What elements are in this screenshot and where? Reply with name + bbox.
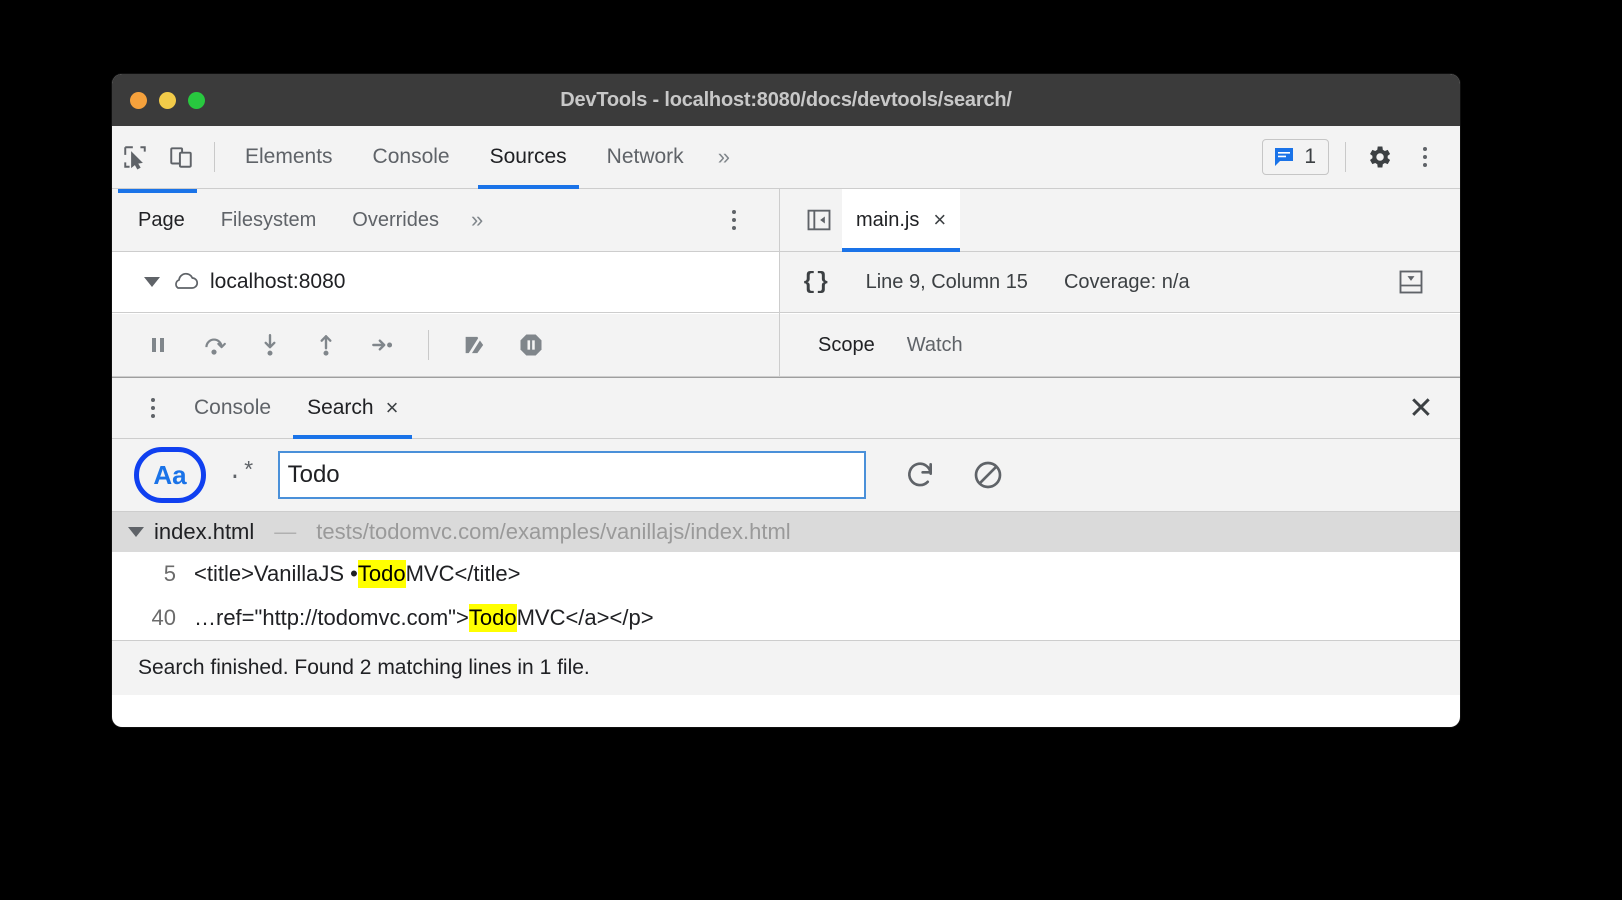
cloud-icon (175, 272, 199, 289)
device-toolbar-icon[interactable] (158, 134, 204, 180)
match-case-button[interactable]: Aa (134, 447, 206, 503)
debugger-divider (428, 330, 429, 360)
drawer-more-vertical-icon[interactable] (130, 385, 176, 431)
toolbar-divider (214, 142, 215, 172)
search-input[interactable] (277, 451, 866, 499)
result-file-header[interactable]: index.html — tests/todomvc.com/examples/… (112, 512, 1460, 552)
drawer-tab-console[interactable]: Console (176, 377, 289, 439)
drawer-tab-close-icon[interactable]: × (386, 397, 399, 419)
result-chevron-down-icon[interactable] (128, 527, 144, 537)
result-file-name: index.html (154, 519, 255, 544)
editor-tab-main-js[interactable]: main.js × (842, 188, 961, 252)
navigator-tab-filesystem[interactable]: Filesystem (203, 189, 335, 252)
inspect-cursor-icon[interactable] (112, 134, 158, 180)
chevron-down-icon[interactable] (144, 277, 160, 287)
step-out-icon[interactable] (306, 325, 346, 365)
pause-icon[interactable] (138, 325, 178, 365)
result-match-highlight: Todo (468, 604, 517, 632)
close-drawer-icon[interactable]: ✕ (1398, 385, 1444, 431)
navigator-pane: Page Filesystem Overrides » localhost:80… (112, 188, 780, 314)
result-match-highlight: Todo (357, 560, 406, 588)
result-line-number: 40 (151, 605, 176, 630)
show-drawer-icon[interactable] (1388, 259, 1434, 305)
match-case-label: Aa (153, 459, 187, 490)
result-line-number: 5 (163, 561, 176, 586)
deactivate-breakpoints-icon[interactable] (455, 325, 495, 365)
minimize-window-button[interactable] (159, 91, 176, 109)
step-over-icon[interactable] (194, 325, 234, 365)
refresh-icon[interactable] (892, 451, 948, 499)
status-bar-text: Search finished. Found 2 matching lines … (138, 656, 590, 679)
coverage-status: Coverage: n/a (1063, 270, 1190, 293)
navigator-tab-page[interactable]: Page (112, 188, 203, 252)
clear-icon[interactable] (960, 451, 1016, 499)
sources-split: Page Filesystem Overrides » localhost:80… (112, 188, 1460, 314)
cursor-position: Line 9, Column 15 (865, 270, 1028, 293)
traffic-light-group (112, 91, 205, 109)
editor-tab-label: main.js (856, 208, 920, 231)
maximize-window-button[interactable] (188, 91, 205, 109)
close-drawer-glyph: ✕ (1408, 391, 1434, 425)
result-file-path: tests/todomvc.com/examples/vanillajs/ind… (316, 519, 791, 544)
close-window-button[interactable] (130, 91, 147, 109)
console-message-icon (1275, 148, 1294, 166)
gear-icon[interactable] (1356, 134, 1402, 180)
navigator-tree-item-localhost[interactable]: localhost:8080 (112, 252, 779, 313)
tab-network[interactable]: Network (587, 126, 704, 189)
result-row[interactable]: 5 <title>VanillaJS • Todo MVC</title> (112, 552, 1460, 596)
tab-elements[interactable]: Elements (225, 126, 353, 189)
tab-scope[interactable]: Scope (802, 334, 891, 357)
window-titlebar: DevTools - localhost:8080/docs/devtools/… (112, 74, 1460, 126)
navigator-more-vertical-icon[interactable] (711, 197, 757, 243)
pause-on-exceptions-icon[interactable] (511, 325, 551, 365)
result-row[interactable]: 40 …ref="http://todomvc.com"> Todo MVC</a>… (112, 596, 1460, 640)
console-message-count-button[interactable]: 1 (1262, 139, 1329, 175)
search-results: index.html — tests/todomvc.com/examples/… (112, 512, 1460, 640)
status-bar: Search finished. Found 2 matching lines … (112, 640, 1460, 695)
devtools-window: DevTools - localhost:8080/docs/devtools/… (112, 74, 1460, 727)
editor-status-line: {} Line 9, Column 15 Coverage: n/a (780, 252, 1460, 313)
step-into-icon[interactable] (250, 325, 290, 365)
message-count-value: 1 (1304, 145, 1316, 168)
more-vertical-icon[interactable] (1402, 134, 1448, 180)
window-title: DevTools - localhost:8080/docs/devtools/… (560, 88, 1012, 111)
navigator-tab-overrides[interactable]: Overrides (334, 189, 457, 252)
more-options-dots (1423, 147, 1427, 167)
main-toolbar: Elements Console Sources Network » 1 (112, 126, 1460, 189)
navigator-tabs: Page Filesystem Overrides » (112, 188, 779, 252)
result-file-dash: — (274, 519, 297, 544)
regex-button[interactable]: .* (210, 459, 274, 491)
editor-tab-strip: main.js × (780, 188, 1460, 252)
debugger-row: Scope Watch (112, 314, 1460, 377)
tab-sources[interactable]: Sources (470, 126, 587, 189)
drawer-tab-search[interactable]: Search × (289, 377, 416, 439)
debugger-toolbar (112, 314, 780, 377)
show-navigator-icon[interactable] (796, 197, 842, 243)
editor-pane: main.js × {} Line 9, Column 15 Coverage:… (780, 188, 1460, 314)
drawer-tab-strip: Console Search × ✕ (112, 377, 1460, 439)
result-line-after: MVC</a></p> (516, 605, 654, 630)
result-line-before: …ref="http://todomvc.com"> (194, 605, 469, 630)
result-line-before: <title>VanillaJS • (194, 561, 358, 586)
drawer-tab-search-label: Search (307, 396, 374, 419)
step-icon[interactable] (362, 325, 402, 365)
navigator-more-dots (732, 210, 736, 230)
result-line-after: MVC</title> (405, 561, 521, 586)
screenshot-stage: DevTools - localhost:8080/docs/devtools/… (0, 0, 1622, 900)
toolbar-divider-2 (1345, 142, 1346, 172)
debugger-side-tabs: Scope Watch (780, 314, 1460, 377)
navigator-tree-label: localhost:8080 (210, 270, 346, 293)
tab-console[interactable]: Console (353, 126, 470, 189)
navigator-more-tabs-chevron-icon[interactable]: » (457, 207, 497, 233)
close-icon[interactable]: × (933, 209, 946, 231)
format-pretty-print-icon[interactable]: {} (802, 269, 830, 295)
more-tabs-chevron-icon[interactable]: » (704, 144, 744, 170)
search-toolbar: Aa .* (112, 439, 1460, 512)
drawer-more-dots (151, 398, 155, 418)
tab-watch[interactable]: Watch (891, 334, 979, 357)
